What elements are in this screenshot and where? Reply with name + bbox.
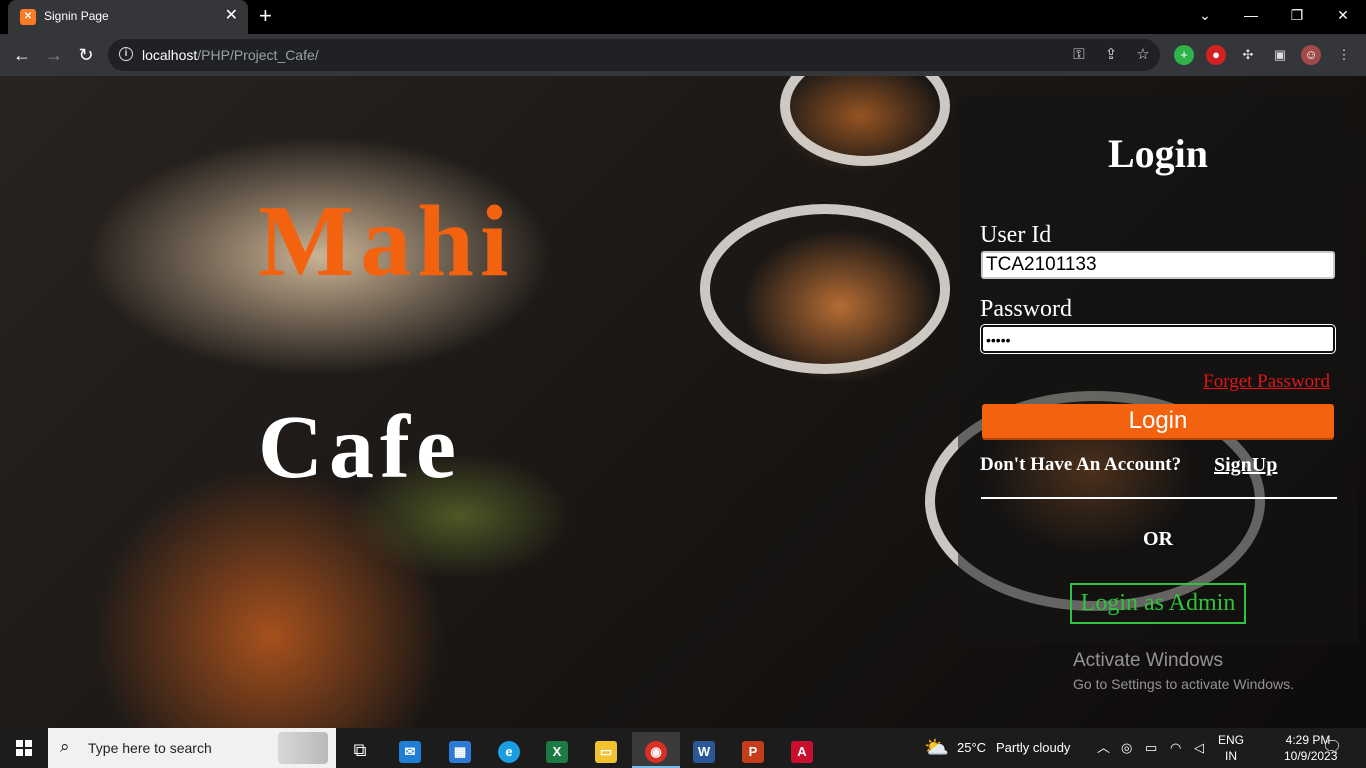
browser-tab[interactable]: ✕ Signin Page ✕: [8, 0, 248, 34]
forgot-password-link[interactable]: Forget Password: [1203, 371, 1330, 393]
key-icon[interactable]: ⚿: [1070, 46, 1088, 64]
task-view-icon[interactable]: ⧉: [336, 732, 384, 768]
signup-link[interactable]: SignUp: [1214, 454, 1277, 477]
word-app-icon[interactable]: W: [680, 732, 728, 768]
site-info-icon[interactable]: i: [119, 47, 133, 61]
tab-search-icon[interactable]: ⌄: [1182, 0, 1228, 34]
store-app-icon[interactable]: ▦: [436, 732, 484, 768]
extension-plus-icon[interactable]: +: [1174, 45, 1194, 65]
input-language[interactable]: ENG IN: [1218, 732, 1244, 764]
forward-icon[interactable]: →: [42, 43, 66, 67]
close-window-icon[interactable]: ✕: [1320, 0, 1366, 34]
search-icon: ⌕: [60, 737, 70, 756]
excel-app-icon[interactable]: X: [533, 732, 581, 768]
login-heading: Login: [1107, 131, 1209, 176]
admin-login-button[interactable]: Login as Admin: [1070, 583, 1246, 624]
region-code: IN: [1225, 749, 1237, 763]
language-code: ENG: [1218, 733, 1245, 747]
menu-kebab-icon[interactable]: ⋮: [1334, 45, 1354, 65]
side-panel-icon[interactable]: ▣: [1270, 45, 1290, 65]
minimize-icon[interactable]: —: [1228, 0, 1274, 34]
xampp-icon: ✕: [20, 9, 36, 25]
reload-icon[interactable]: ↻: [74, 43, 98, 67]
volume-icon[interactable]: ◁: [1194, 728, 1204, 768]
search-placeholder: Type here to search: [88, 740, 212, 756]
extensions-puzzle-icon[interactable]: ✣: [1238, 45, 1258, 65]
url-text[interactable]: localhost/PHP/Project_Cafe/: [142, 47, 319, 63]
address-bar[interactable]: i localhost/PHP/Project_Cafe/ ⚿ ⇪ ☆: [108, 39, 1160, 71]
profile-avatar[interactable]: ☺: [1301, 45, 1321, 65]
tab-title: Signin Page: [44, 9, 109, 23]
brand-title-cafe: Cafe: [258, 398, 462, 497]
taskbar-search-box[interactable]: ⌕ Type here to search: [48, 728, 336, 768]
powerpoint-app-icon[interactable]: P: [729, 732, 777, 768]
watermark-title: Activate Windows: [1073, 650, 1223, 671]
windows-taskbar: ⌕ Type here to search ⧉ ✉ ▦ e X ▭ ◉ W P …: [0, 728, 1366, 768]
password-label: Password: [980, 296, 1073, 322]
acrobat-app-icon[interactable]: A: [778, 732, 826, 768]
chrome-app-icon[interactable]: ◉: [632, 732, 680, 768]
browser-toolbar: ← → ↻ i localhost/PHP/Project_Cafe/ ⚿ ⇪ …: [0, 34, 1366, 76]
bookmark-star-icon[interactable]: ☆: [1134, 46, 1152, 64]
show-hidden-icons-icon[interactable]: ︿: [1097, 728, 1110, 768]
brand-title-mahi: Mahi: [258, 185, 515, 298]
browser-tab-strip: ✕ Signin Page ✕ + ⌄ — ❐ ✕: [0, 0, 1366, 34]
extension-shield-icon[interactable]: ●: [1206, 45, 1226, 65]
food-bowl-image: [700, 204, 950, 374]
notification-icon[interactable]: 🗨: [1322, 728, 1342, 768]
mail-app-icon[interactable]: ✉: [386, 732, 434, 768]
weather-icon[interactable]: ⛅: [924, 728, 949, 768]
new-tab-icon[interactable]: +: [259, 4, 272, 28]
wifi-icon[interactable]: ◠: [1170, 728, 1181, 768]
login-button[interactable]: Login: [982, 404, 1334, 438]
watermark-subtitle: Go to Settings to activate Windows.: [1073, 676, 1294, 692]
file-explorer-icon[interactable]: ▭: [582, 732, 630, 768]
battery-icon[interactable]: ▭: [1145, 728, 1157, 768]
start-button[interactable]: [0, 728, 48, 768]
userid-input[interactable]: TCA2101133: [981, 251, 1335, 279]
password-input[interactable]: •••••: [981, 325, 1335, 353]
back-icon[interactable]: ←: [10, 43, 34, 67]
close-tab-icon[interactable]: ✕: [225, 7, 238, 25]
edge-app-icon[interactable]: e: [485, 732, 533, 768]
or-separator: OR: [1143, 528, 1173, 550]
userid-label: User Id: [980, 222, 1052, 248]
weather-condition[interactable]: Partly cloudy: [996, 728, 1070, 768]
activate-windows-watermark: Activate Windows Go to Settings to activ…: [1073, 650, 1294, 692]
login-form: Login User Id TCA2101133 Password ••••• …: [958, 96, 1358, 644]
weather-temp[interactable]: 25°C: [957, 728, 986, 768]
no-account-text: Don't Have An Account?: [980, 454, 1182, 475]
meet-now-icon[interactable]: ◎: [1121, 728, 1132, 768]
share-icon[interactable]: ⇪: [1102, 46, 1120, 64]
restore-icon[interactable]: ❐: [1274, 0, 1320, 34]
food-bowl-image: [780, 76, 950, 166]
divider: [981, 497, 1337, 499]
login-page-background: Mahi Cafe Login User Id TCA2101133 Passw…: [0, 76, 1366, 728]
windows-logo-icon: [16, 740, 32, 756]
search-highlight-image: [278, 732, 328, 764]
